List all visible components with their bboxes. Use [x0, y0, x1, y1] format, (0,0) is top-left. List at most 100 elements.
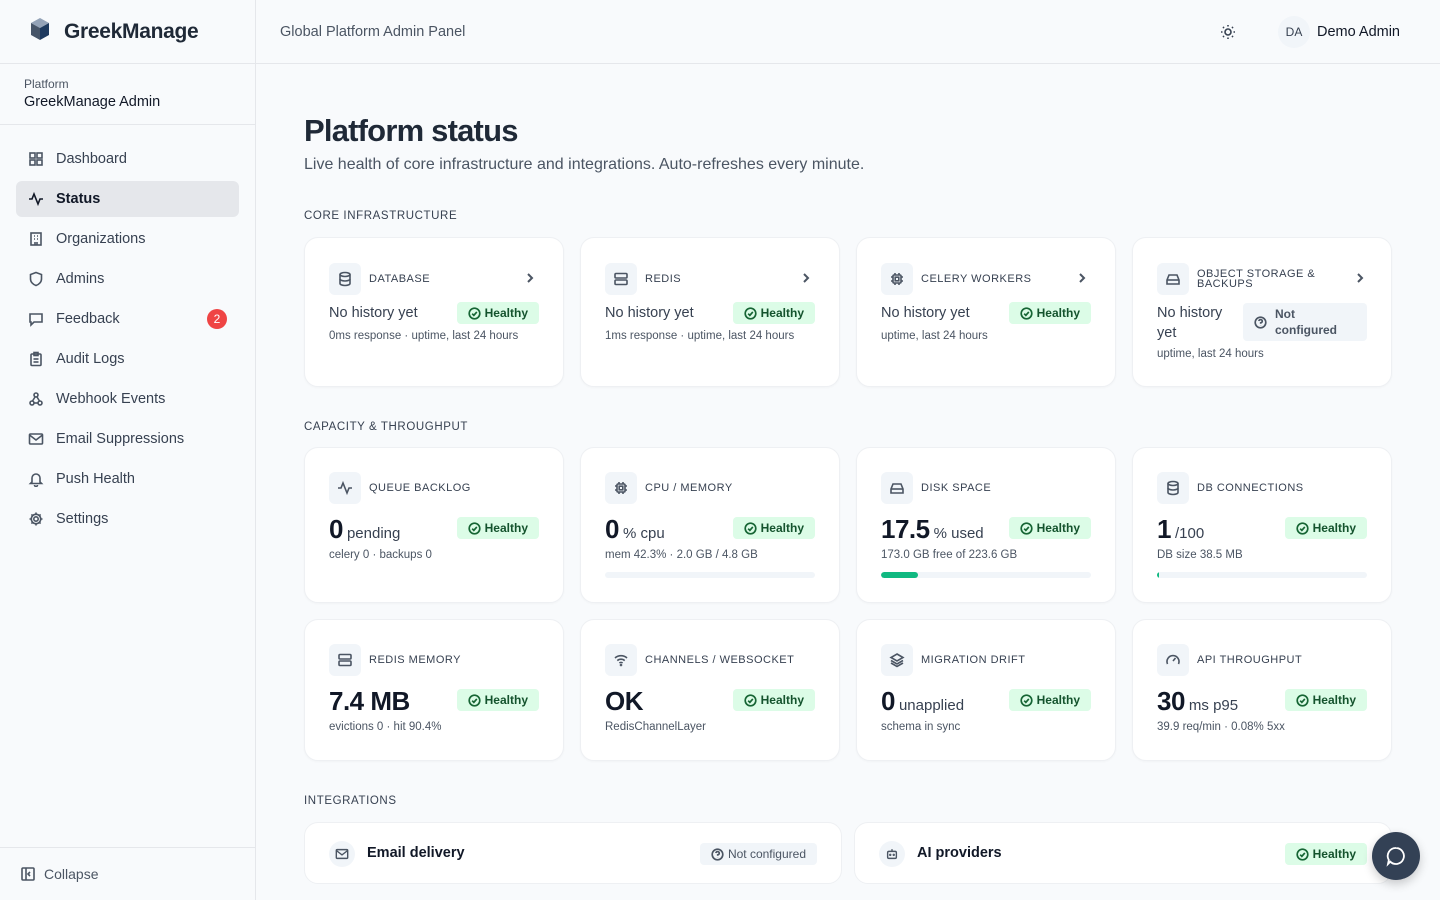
status-badge: Healthy — [1008, 689, 1091, 711]
collapse-button[interactable]: Collapse — [0, 847, 255, 900]
chat-button[interactable] — [1372, 832, 1420, 880]
card-label: REDIS MEMORY — [369, 653, 461, 666]
card-header: CPU / MEMORY — [605, 472, 733, 504]
bell-icon — [28, 471, 44, 487]
database-icon — [329, 263, 361, 295]
card-label: DB CONNECTIONS — [1197, 481, 1304, 494]
card-header: CHANNELS / WEBSOCKET — [605, 644, 794, 676]
api-throughput-card: API THROUGHPUT 30 ms p95 Healthy 39.9 req… — [1132, 619, 1392, 761]
metric-value: OK — [605, 686, 644, 716]
db-connections-card: DB CONNECTIONS 1/100 Healthy DB size 38.… — [1132, 447, 1392, 603]
metric-value: 1/100 — [1157, 514, 1205, 544]
check-circle-icon — [1296, 521, 1309, 535]
user-name[interactable]: Demo Admin — [1317, 24, 1400, 40]
card-label: MIGRATION DRIFT — [921, 653, 1026, 666]
usage-bar-fill — [881, 572, 918, 578]
sidebar-item-feedback[interactable]: Feedback 2 — [16, 301, 239, 337]
sidebar-item-label: Admins — [56, 271, 105, 287]
sidebar-item-dashboard[interactable]: Dashboard — [16, 141, 239, 177]
card-label: API THROUGHPUT — [1197, 653, 1303, 666]
check-circle-icon — [1296, 847, 1309, 861]
sidebar-item-label: Status — [56, 191, 101, 207]
redis-card[interactable]: REDIS No history yet Healthy 1ms respons… — [580, 237, 840, 387]
metric-value: 0 unapplied — [881, 686, 965, 716]
card-label: DATABASE — [369, 272, 431, 285]
card-header: REDIS MEMORY — [329, 644, 461, 676]
sidebar-item-label: Feedback — [56, 311, 120, 327]
status-badge: Healthy — [456, 689, 539, 711]
cpu-icon — [605, 472, 637, 504]
sidebar-item-organizations[interactable]: Organizations — [16, 221, 239, 257]
card-label: CHANNELS / WEBSOCKET — [645, 653, 795, 666]
building-icon — [28, 231, 44, 247]
activity-icon — [28, 191, 44, 207]
avatar[interactable]: DA — [1278, 16, 1310, 48]
metric-value: 0% cpu — [605, 514, 665, 544]
sidebar-item-email-suppressions[interactable]: Email Suppressions — [16, 421, 239, 457]
card-header: OBJECT STORAGE & BACKUPS — [1157, 263, 1315, 295]
usage-bar-fill — [1157, 572, 1160, 578]
card-header: DB CONNECTIONS — [1157, 472, 1304, 504]
mail-icon — [329, 841, 355, 867]
theme-toggle-sun-icon[interactable] — [1220, 24, 1236, 40]
clipboard-icon — [28, 351, 44, 367]
sidebar-item-admins[interactable]: Admins — [16, 261, 239, 297]
card-header: DATABASE — [329, 263, 430, 295]
check-circle-icon — [468, 306, 481, 320]
mail-x-icon — [28, 431, 44, 447]
chevron-right-icon — [523, 271, 537, 285]
usage-bar — [1157, 572, 1367, 578]
hard-drive-icon — [1157, 263, 1189, 295]
panel-title: Global Platform Admin Panel — [280, 23, 466, 40]
card-header: REDIS — [605, 263, 681, 295]
server-icon — [329, 644, 361, 676]
top-bar: Global Platform Admin Panel — [256, 0, 1440, 64]
disk-space-card: DISK SPACE 17.5% used Healthy 173.0 GB f… — [856, 447, 1116, 603]
integration-email-delivery[interactable]: Email delivery Not configured — [304, 822, 842, 884]
sidebar-item-settings[interactable]: Settings — [16, 501, 239, 537]
card-header: QUEUE BACKLOG — [329, 472, 471, 504]
help-circle-icon — [711, 847, 724, 861]
integration-name: Email delivery — [367, 845, 465, 861]
chat-bubble-icon — [1386, 847, 1405, 867]
card-detail: 0ms response · uptime, last 24 hours — [329, 330, 519, 342]
card-label: REDIS — [645, 272, 682, 285]
check-circle-icon — [468, 693, 481, 707]
sidebar-item-label: Settings — [56, 511, 109, 527]
history-status: No history yet — [881, 305, 970, 321]
sidebar-item-audit-logs[interactable]: Audit Logs — [16, 341, 239, 377]
history-status: No history yet — [1157, 305, 1223, 341]
page-title: Platform status — [304, 113, 518, 148]
brand[interactable]: GreekManage — [0, 0, 255, 64]
card-detail: 39.9 req/min · 0.08% 5xx — [1157, 721, 1285, 733]
sidebar-item-label: Email Suppressions — [56, 431, 185, 447]
card-detail: evictions 0 · hit 90.4% — [329, 721, 442, 733]
card-detail: mem 42.3% · 2.0 GB / 4.8 GB — [605, 549, 758, 561]
celery-workers-card[interactable]: CELERY WORKERS No history yet Healthy up… — [856, 237, 1116, 387]
migration-drift-card: MIGRATION DRIFT 0 unapplied Healthy schem… — [856, 619, 1116, 761]
sidebar-item-status[interactable]: Status — [16, 181, 239, 217]
metric-value: 17.5% used — [881, 514, 984, 544]
bot-icon — [879, 841, 905, 867]
history-status: No history yet — [329, 305, 418, 321]
metric-value: 7.4 MB — [329, 686, 410, 716]
sidebar-item-push-health[interactable]: Push Health — [16, 461, 239, 497]
check-circle-icon — [1020, 306, 1033, 320]
shield-icon — [28, 271, 44, 287]
card-header: CELERY WORKERS — [881, 263, 1032, 295]
activity-icon — [329, 472, 361, 504]
sidebar-item-label: Webhook Events — [56, 391, 166, 407]
metric-value: 0 pending — [329, 514, 401, 544]
database-card[interactable]: DATABASE No history yet Healthy 0ms resp… — [304, 237, 564, 387]
section-title-core: CORE INFRASTRUCTURE — [304, 210, 458, 222]
gear-icon — [28, 511, 44, 527]
wifi-icon — [605, 644, 637, 676]
status-badge: Healthy — [456, 517, 539, 539]
integration-ai-providers[interactable]: AI providers Healthy — [854, 822, 1392, 884]
card-header: DISK SPACE — [881, 472, 991, 504]
sidebar-item-webhook-events[interactable]: Webhook Events — [16, 381, 239, 417]
collapse-label: Collapse — [44, 866, 99, 882]
org-switcher[interactable]: Platform GreekManage Admin — [0, 64, 255, 125]
object-storage-card[interactable]: OBJECT STORAGE & BACKUPS No history yet No… — [1132, 237, 1392, 387]
card-label: DISK SPACE — [921, 481, 992, 494]
